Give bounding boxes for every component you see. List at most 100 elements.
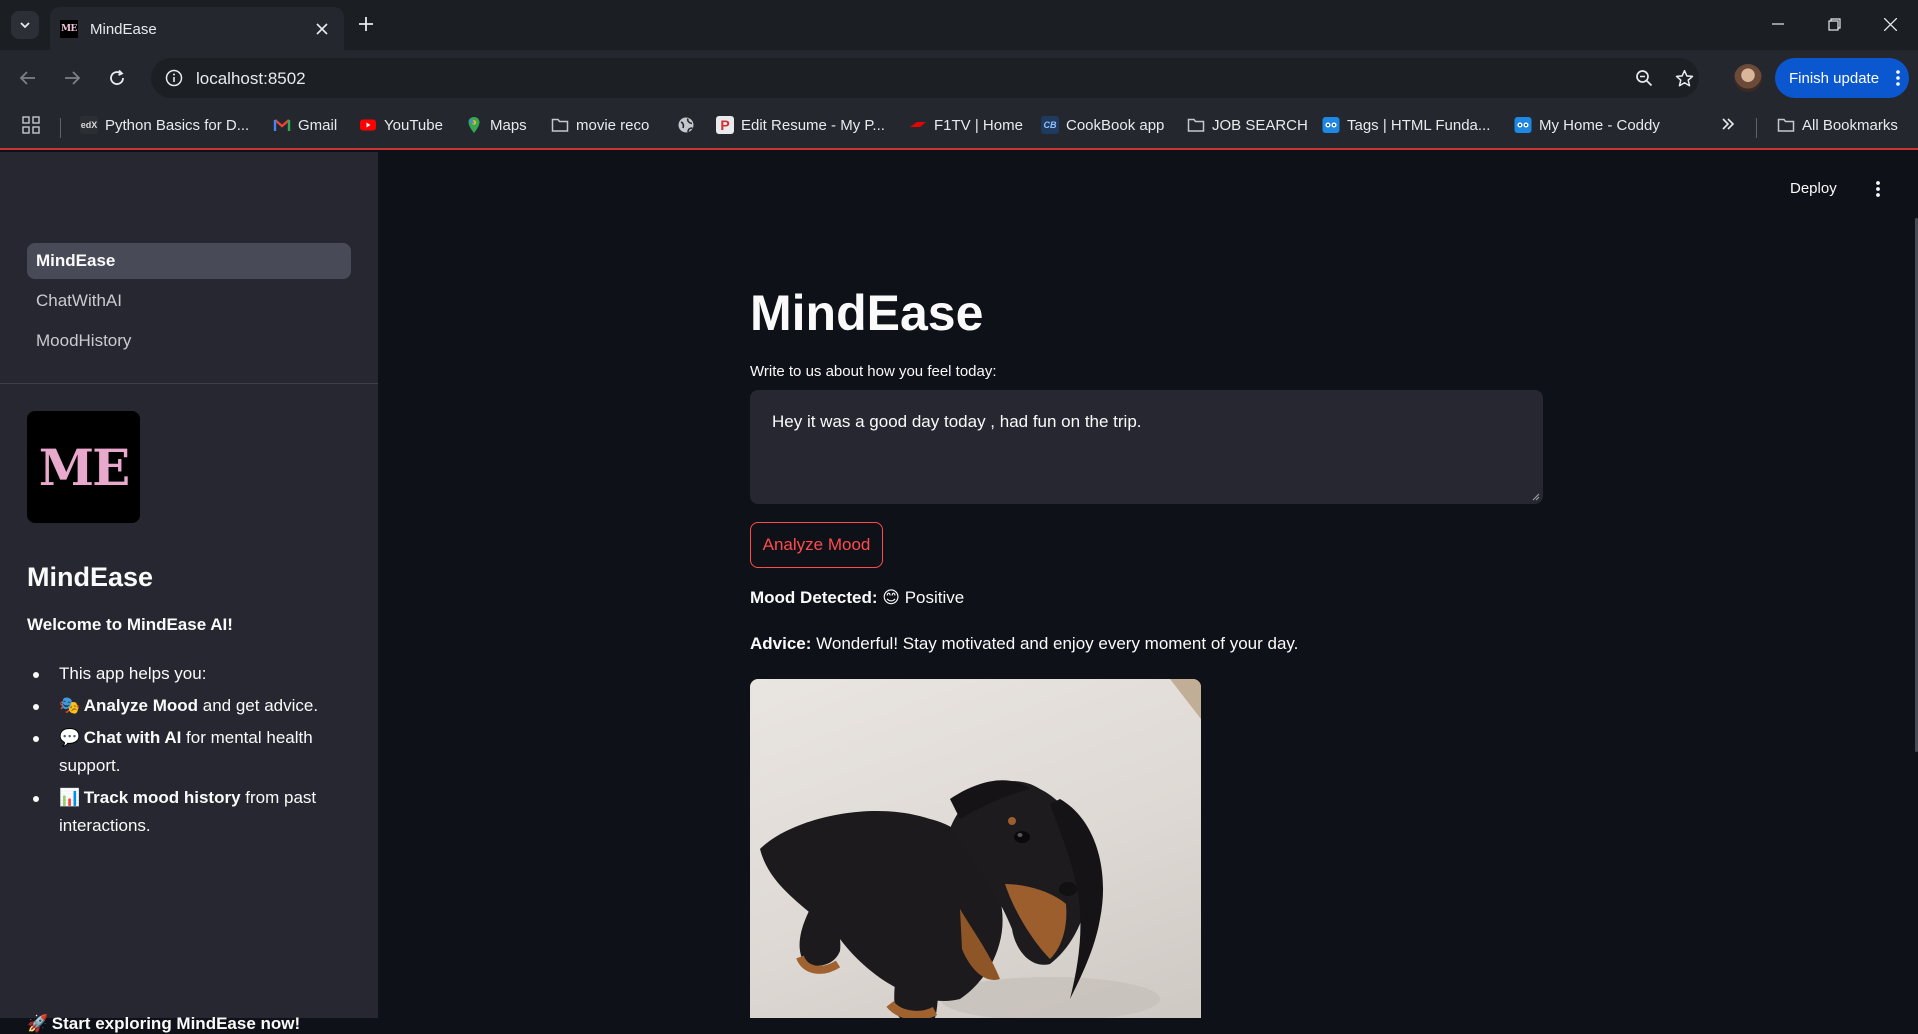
list-item: This app helps you:	[27, 660, 357, 688]
close-icon	[1883, 17, 1897, 31]
bookmark-globe[interactable]	[677, 116, 702, 134]
bookmark-my-home-coddy[interactable]: My Home - Coddy	[1514, 116, 1660, 134]
list-item-bold: Chat with AI	[83, 728, 182, 747]
mood-text-input[interactable]: Hey it was a good day today , had fun on…	[750, 390, 1543, 504]
sidebar-nav-chatwithai[interactable]: ChatWithAI	[27, 283, 351, 319]
profile-avatar[interactable]	[1734, 64, 1762, 92]
all-bookmarks-button[interactable]: All Bookmarks	[1777, 116, 1898, 134]
bookmark-gmail[interactable]: Gmail	[273, 116, 337, 134]
list-item-text: and get advice.	[198, 696, 319, 715]
bar-chart-icon: 📊	[59, 788, 81, 807]
maps-icon	[468, 117, 480, 133]
bookmarks-bar: edX Python Basics for D... Gmail YouTube…	[0, 106, 1918, 150]
finish-update-label: Finish update	[1789, 69, 1880, 87]
sidebar-cta: 🚀 Start exploring MindEase now!	[27, 1014, 300, 1034]
list-item: 💬 Chat with AI for mental health support…	[27, 724, 357, 780]
resume-icon: P	[716, 116, 734, 134]
bookmark-label: My Home - Coddy	[1539, 116, 1660, 134]
advice-result: Advice: Wonderful! Stay motivated and en…	[750, 634, 1298, 654]
coddy-icon	[1322, 117, 1340, 133]
bookmark-folder-job-search[interactable]: JOB SEARCH	[1187, 116, 1308, 134]
bookmark-label: F1TV | Home	[934, 116, 1023, 134]
performing-arts-icon: 🎭	[59, 696, 81, 715]
bookmark-label: Edit Resume - My P...	[741, 116, 885, 134]
mood-result: Mood Detected: 😊 Positive	[750, 588, 964, 608]
arrow-right-icon	[65, 71, 81, 85]
feature-list: This app helps you: 🎭 Analyze Mood and g…	[27, 660, 357, 844]
minimize-button[interactable]	[1750, 0, 1806, 48]
sidebar-nav-mindease[interactable]: MindEase	[27, 243, 351, 279]
f1-icon	[910, 122, 926, 127]
bookmark-star-icon[interactable]	[1673, 67, 1695, 89]
apps-button[interactable]	[22, 116, 40, 134]
gmail-icon	[273, 119, 291, 131]
bookmark-tags-html[interactable]: Tags | HTML Funda...	[1322, 116, 1490, 134]
bookmark-label: Python Basics for D...	[105, 116, 250, 134]
address-bar[interactable]: localhost:8502	[151, 58, 1699, 98]
list-item: 🎭 Analyze Mood and get advice.	[27, 692, 357, 720]
reload-icon	[110, 69, 124, 85]
resize-handle-icon[interactable]	[1530, 491, 1540, 501]
restore-icon	[1827, 17, 1841, 31]
sidebar-title: MindEase	[27, 562, 154, 592]
restore-button[interactable]	[1806, 0, 1862, 48]
close-window-button[interactable]	[1862, 0, 1918, 48]
cta-text: Start exploring MindEase now!	[51, 1014, 301, 1033]
close-tab-button[interactable]	[312, 19, 332, 39]
advice-label: Advice:	[750, 634, 812, 653]
smiling-face-icon: 😊	[882, 588, 900, 607]
back-button[interactable]	[14, 64, 42, 92]
coddy-icon	[1514, 117, 1532, 133]
forward-button[interactable]	[58, 64, 86, 92]
mood-value: Positive	[904, 588, 965, 607]
folder-icon	[1187, 118, 1205, 132]
tab-search-button[interactable]	[11, 11, 39, 39]
plus-icon	[359, 17, 373, 31]
analyze-mood-button[interactable]: Analyze Mood	[750, 522, 883, 568]
tab-title: MindEase	[90, 21, 157, 38]
browser-tab-strip: ME MindEase	[0, 0, 1918, 50]
list-item-text: This app helps you:	[59, 664, 207, 683]
all-bookmarks-label: All Bookmarks	[1802, 116, 1898, 134]
bookmarks-divider	[60, 118, 61, 138]
more-vert-icon	[1896, 70, 1900, 86]
folder-icon	[551, 118, 569, 132]
bookmark-youtube[interactable]: YouTube	[359, 116, 443, 134]
site-info-icon[interactable]	[163, 67, 185, 89]
reload-button[interactable]	[103, 64, 131, 92]
new-tab-button[interactable]	[354, 12, 378, 36]
bookmark-edit-resume[interactable]: P Edit Resume - My P...	[716, 116, 885, 134]
main-menu-button[interactable]	[1868, 178, 1888, 200]
more-vert-icon	[1876, 181, 1880, 197]
bookmark-python-basics[interactable]: edX Python Basics for D...	[80, 116, 249, 134]
dog-illustration	[760, 679, 1201, 1018]
more-bookmarks-button[interactable]	[1720, 116, 1736, 132]
list-item: 📊 Track mood history from past interacti…	[27, 784, 357, 840]
cookbook-icon: CB	[1041, 116, 1059, 134]
url-text: localhost:8502	[196, 69, 306, 88]
bookmark-folder-movie-reco[interactable]: movie reco	[551, 116, 649, 134]
zoom-icon[interactable]	[1633, 67, 1655, 89]
arrow-left-icon	[19, 71, 35, 85]
sidebar-nav-moodhistory[interactable]: MoodHistory	[27, 323, 351, 359]
mindease-logo: ME	[27, 411, 140, 523]
rocket-icon: 🚀	[27, 1014, 49, 1033]
mood-label: Mood Detected:	[750, 588, 878, 607]
app-main: Deploy MindEase Write to us about how yo…	[378, 152, 1918, 1018]
advice-text: Wonderful! Stay motivated and enjoy ever…	[816, 634, 1299, 653]
deploy-button[interactable]: Deploy	[1790, 180, 1837, 197]
bookmark-cookbook[interactable]: CB CookBook app	[1041, 116, 1164, 134]
bookmark-label: Gmail	[298, 116, 338, 134]
youtube-icon	[360, 119, 376, 131]
bookmark-f1tv[interactable]: F1TV | Home	[909, 116, 1023, 134]
bookmark-maps[interactable]: Maps	[465, 116, 527, 134]
bookmark-label: Maps	[490, 116, 527, 134]
page-title: MindEase	[750, 285, 984, 341]
sidebar-divider	[0, 383, 378, 384]
bookmark-label: CookBook app	[1066, 116, 1165, 134]
minimize-icon	[1772, 23, 1784, 25]
apps-grid-icon	[22, 116, 40, 134]
list-item-bold: Track mood history	[83, 788, 241, 807]
browser-tab[interactable]: ME MindEase	[50, 7, 344, 50]
finish-update-button[interactable]: Finish update	[1775, 58, 1909, 98]
